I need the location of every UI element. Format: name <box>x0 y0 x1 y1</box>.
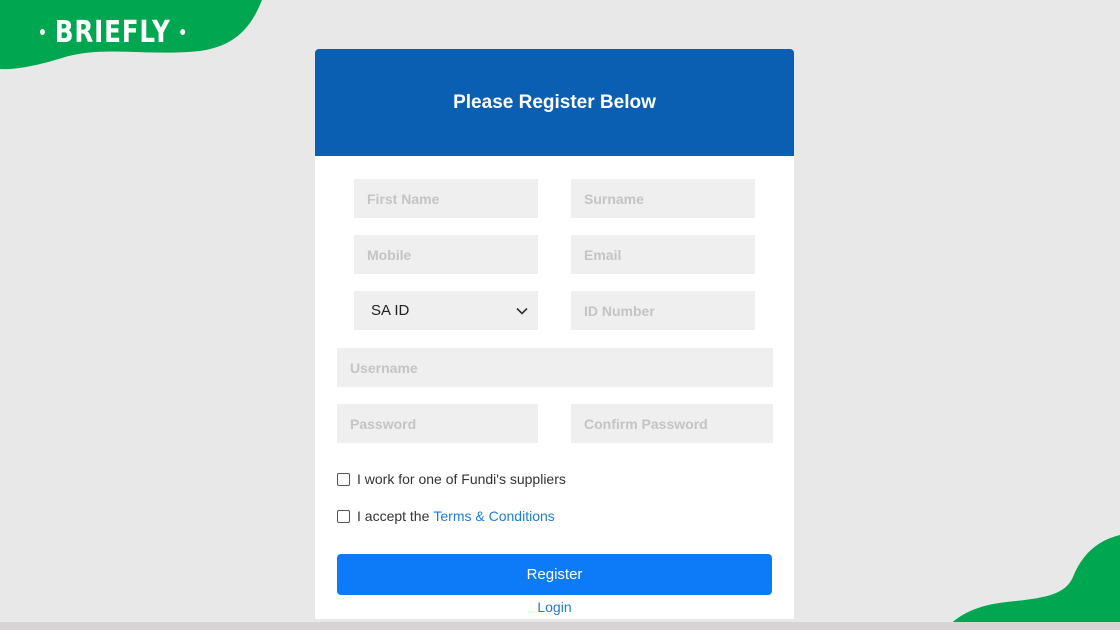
terms-checkbox-row: I accept the Terms & Conditions <box>337 508 555 524</box>
password-input[interactable] <box>337 404 538 443</box>
supplier-checkbox-row: I work for one of Fundi's suppliers <box>337 471 566 487</box>
email-input[interactable] <box>571 235 755 274</box>
username-input[interactable] <box>337 348 773 387</box>
logo-text: BRIEFLY <box>54 14 171 50</box>
logo-dot-icon <box>180 29 186 35</box>
taskbar-strip <box>0 622 1120 630</box>
terms-checkbox-label: I accept the <box>357 508 430 524</box>
terms-link[interactable]: Terms & Conditions <box>433 508 554 524</box>
surname-input[interactable] <box>571 179 755 218</box>
page: BRIEFLY Please Register Below SA ID I wo… <box>0 0 1120 630</box>
chevron-down-icon <box>516 307 528 315</box>
id-type-value: SA ID <box>371 302 410 319</box>
form-title: Please Register Below <box>453 91 656 113</box>
terms-checkbox[interactable] <box>337 509 350 523</box>
id-type-select[interactable]: SA ID <box>354 291 538 330</box>
register-button[interactable]: Register <box>337 554 772 595</box>
logo-dot-icon <box>40 29 45 35</box>
login-link[interactable]: Login <box>315 599 794 615</box>
briefly-logo: BRIEFLY <box>40 12 195 52</box>
mobile-input[interactable] <box>354 235 538 274</box>
first-name-input[interactable] <box>354 179 538 218</box>
registration-card: Please Register Below SA ID I work for o… <box>315 49 794 619</box>
supplier-checkbox[interactable] <box>337 472 350 486</box>
supplier-checkbox-label: I work for one of Fundi's suppliers <box>357 471 566 487</box>
confirm-password-input[interactable] <box>571 404 773 443</box>
id-number-input[interactable] <box>571 291 755 330</box>
card-header: Please Register Below <box>315 49 794 156</box>
corner-decoration-blob <box>945 535 1120 630</box>
